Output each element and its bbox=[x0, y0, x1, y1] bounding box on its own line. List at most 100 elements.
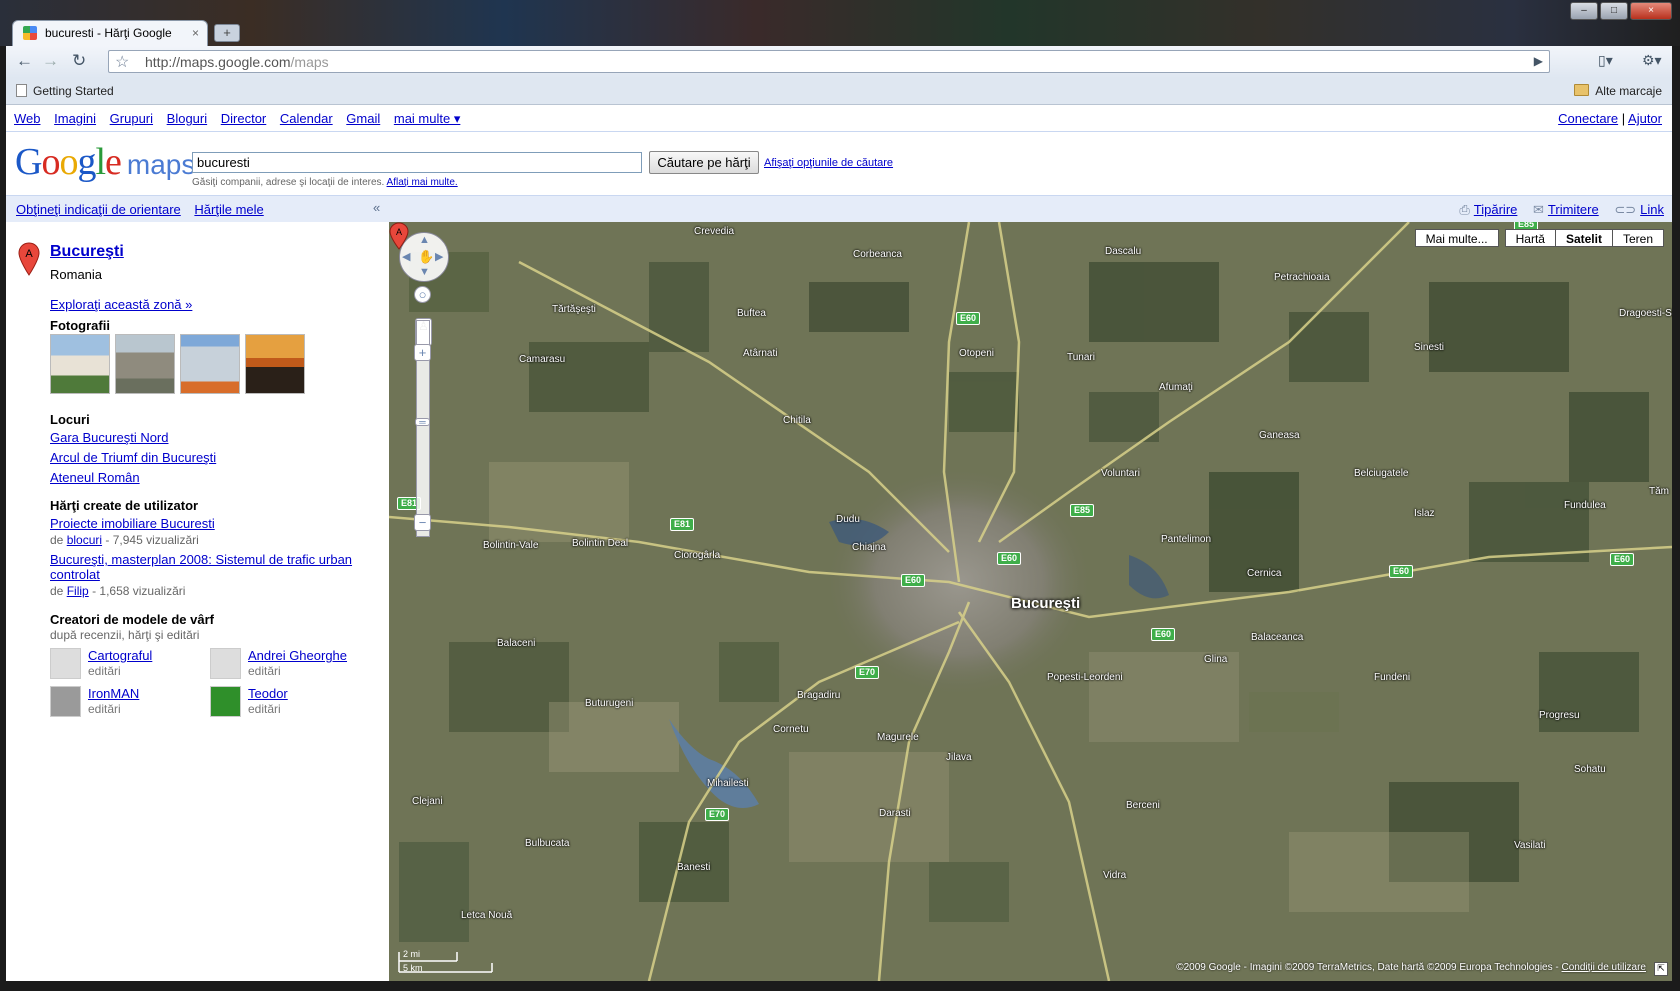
map-place-label: Letca Nouă bbox=[461, 910, 513, 921]
return-center-icon[interactable]: ○ bbox=[414, 286, 431, 303]
search-hint: Găsiţi companii, adrese şi locaţii de in… bbox=[192, 177, 458, 188]
places-heading: Locuri bbox=[50, 412, 90, 427]
overview-toggle-icon[interactable]: ⇱ bbox=[1654, 962, 1668, 976]
zoom-in-button[interactable]: + bbox=[414, 344, 431, 361]
google-maps-favicon-icon bbox=[23, 26, 37, 40]
gbar-link-calendar[interactable]: Calendar bbox=[280, 111, 333, 126]
print-link[interactable]: Tipărire bbox=[1474, 202, 1518, 217]
folder-icon bbox=[1574, 84, 1590, 96]
user-map-meta: de blocuri - 7,945 vizualizări bbox=[50, 533, 199, 547]
photo-thumbnail[interactable] bbox=[115, 334, 175, 394]
collapse-panel-icon[interactable]: « bbox=[373, 200, 380, 215]
tab-bucuresti[interactable]: bucuresti - Hărţi Google × bbox=[12, 20, 208, 46]
bookmark-getting-started[interactable]: Getting Started bbox=[16, 84, 114, 98]
bookmark-star-icon[interactable]: ☆ bbox=[115, 52, 129, 72]
zoom-slider-handle[interactable]: ═ bbox=[415, 418, 430, 427]
gbar-link-groups[interactable]: Grupuri bbox=[110, 111, 153, 126]
pan-up-icon[interactable]: ▲ bbox=[419, 234, 430, 246]
photo-thumbnail[interactable] bbox=[245, 334, 305, 394]
highway-shield: E60 bbox=[901, 574, 926, 587]
back-icon[interactable]: ← bbox=[16, 52, 33, 70]
map-place-label: Chiajna bbox=[852, 542, 886, 553]
sign-in-link[interactable]: Conectare bbox=[1558, 111, 1618, 126]
minimize-button[interactable]: – bbox=[1570, 2, 1598, 20]
avatar[interactable] bbox=[210, 686, 241, 717]
creator-name-link[interactable]: Andrei Gheorghe bbox=[248, 648, 347, 663]
other-bookmarks[interactable]: Alte marcaje bbox=[1574, 84, 1662, 98]
my-maps-link[interactable]: Hărţile mele bbox=[194, 202, 263, 217]
search-maps-button[interactable]: Căutare pe hărţi bbox=[649, 151, 759, 174]
pan-right-icon[interactable]: ▶ bbox=[435, 250, 443, 263]
new-tab-button[interactable]: + bbox=[214, 24, 240, 42]
map-place-label: Vasilati bbox=[1514, 840, 1546, 851]
result-title-link[interactable]: Bucureşti bbox=[50, 243, 124, 261]
map-place-label: Popesti-Leordeni bbox=[1047, 672, 1123, 683]
zoom-out-button[interactable]: − bbox=[414, 514, 431, 531]
go-icon[interactable]: ▶ bbox=[1534, 54, 1543, 68]
map-place-label: Vidra bbox=[1103, 870, 1127, 881]
forward-icon[interactable]: → bbox=[42, 52, 59, 70]
send-link[interactable]: Trimitere bbox=[1548, 202, 1599, 217]
user-map-link[interactable]: Proiecte imobiliare Bucuresti bbox=[50, 516, 215, 531]
google-bar-links: Web Imagini Grupuri Bloguri Director Cal… bbox=[14, 111, 470, 127]
learn-more-link[interactable]: Aflaţi mai multe. bbox=[387, 177, 458, 188]
pan-left-icon[interactable]: ◀ bbox=[402, 250, 410, 263]
map-place-label: Fundeni bbox=[1374, 672, 1411, 683]
location-marker-icon[interactable]: A bbox=[389, 222, 409, 250]
terms-of-use-link[interactable]: Condiţii de utilizare bbox=[1562, 962, 1647, 973]
user-map-link[interactable]: Bucureşti, masterplan 2008: Sistemul de … bbox=[50, 552, 360, 582]
map-place-label: Balaceni bbox=[497, 638, 536, 649]
highway-shield: E60 bbox=[956, 312, 981, 325]
creator-name-link[interactable]: Cartograful bbox=[88, 648, 152, 663]
gbar-link-images[interactable]: Imagini bbox=[54, 111, 96, 126]
photo-thumbnail[interactable] bbox=[50, 334, 110, 394]
get-directions-link[interactable]: Obţineţi indicaţii de orientare bbox=[16, 202, 181, 217]
gbar-link-directory[interactable]: Director bbox=[221, 111, 267, 126]
link-link[interactable]: Link bbox=[1640, 202, 1664, 217]
avatar[interactable] bbox=[210, 648, 241, 679]
creator-name-link[interactable]: IronMAN bbox=[88, 686, 139, 701]
close-window-button[interactable]: × bbox=[1630, 2, 1672, 20]
place-link-arcul-de-triumf[interactable]: Arcul de Triumf din Bucureşti bbox=[50, 450, 216, 465]
avatar[interactable] bbox=[50, 686, 81, 717]
user-maps-heading: Hărţi create de utilizator bbox=[50, 498, 199, 513]
map-place-label: Bolintin Deal bbox=[572, 538, 629, 549]
map-place-label: Buftea bbox=[737, 308, 766, 319]
more-layers-button[interactable]: Mai multe... bbox=[1414, 229, 1499, 247]
tab-close-icon[interactable]: × bbox=[192, 26, 199, 40]
gbar-link-more[interactable]: mai multe ▾ bbox=[394, 111, 461, 126]
gbar-link-blogs[interactable]: Bloguri bbox=[167, 111, 207, 126]
map-type-map-button[interactable]: Hartă bbox=[1504, 229, 1555, 247]
author-link[interactable]: Filip bbox=[67, 584, 89, 598]
map-place-label: Atârnati bbox=[743, 348, 778, 359]
pan-down-icon[interactable]: ▼ bbox=[419, 266, 430, 278]
map-canvas[interactable]: Crevedia Corbeanca Dascalu Petrachioaia … bbox=[389, 222, 1672, 981]
address-bar[interactable]: ☆ http://maps.google.com/maps ▶ bbox=[108, 50, 1550, 73]
search-options-link[interactable]: Afişaţi opţiunile de căutare bbox=[764, 157, 893, 169]
result-marker-icon[interactable]: A bbox=[18, 242, 40, 276]
map-type-satellite-button[interactable]: Satelit bbox=[1554, 229, 1612, 247]
wrench-menu-icon[interactable]: ⚙▾ bbox=[1642, 52, 1662, 69]
gbar-link-gmail[interactable]: Gmail bbox=[346, 111, 380, 126]
account-links: Conectare | Ajutor bbox=[1558, 111, 1662, 126]
map-place-label: Cornetu bbox=[773, 724, 809, 735]
creator-name-link[interactable]: Teodor bbox=[248, 686, 288, 701]
map-place-label: Voluntari bbox=[1101, 468, 1140, 479]
explore-area-link[interactable]: Exploraţi această zonă » bbox=[50, 297, 192, 312]
gbar-link-web[interactable]: Web bbox=[14, 111, 41, 126]
maximize-button[interactable]: □ bbox=[1600, 2, 1628, 20]
place-link-ateneul-roman[interactable]: Ateneul Român bbox=[50, 470, 140, 485]
map-type-terrain-button[interactable]: Teren bbox=[1611, 229, 1664, 247]
place-link-gara-nord[interactable]: Gara Bucureşti Nord bbox=[50, 430, 169, 445]
search-input[interactable] bbox=[192, 152, 642, 173]
marker-letter: A bbox=[396, 227, 402, 237]
help-link[interactable]: Ajutor bbox=[1628, 111, 1662, 126]
map-place-label: Tăm bbox=[1649, 486, 1669, 497]
page-icon bbox=[16, 84, 27, 97]
author-link[interactable]: blocuri bbox=[67, 533, 102, 547]
reload-icon[interactable]: ↻ bbox=[72, 52, 86, 70]
page-menu-icon[interactable]: ▯▾ bbox=[1598, 52, 1613, 69]
google-maps-logo[interactable]: Google maps bbox=[15, 142, 195, 185]
photo-thumbnail[interactable] bbox=[180, 334, 240, 394]
avatar[interactable] bbox=[50, 648, 81, 679]
